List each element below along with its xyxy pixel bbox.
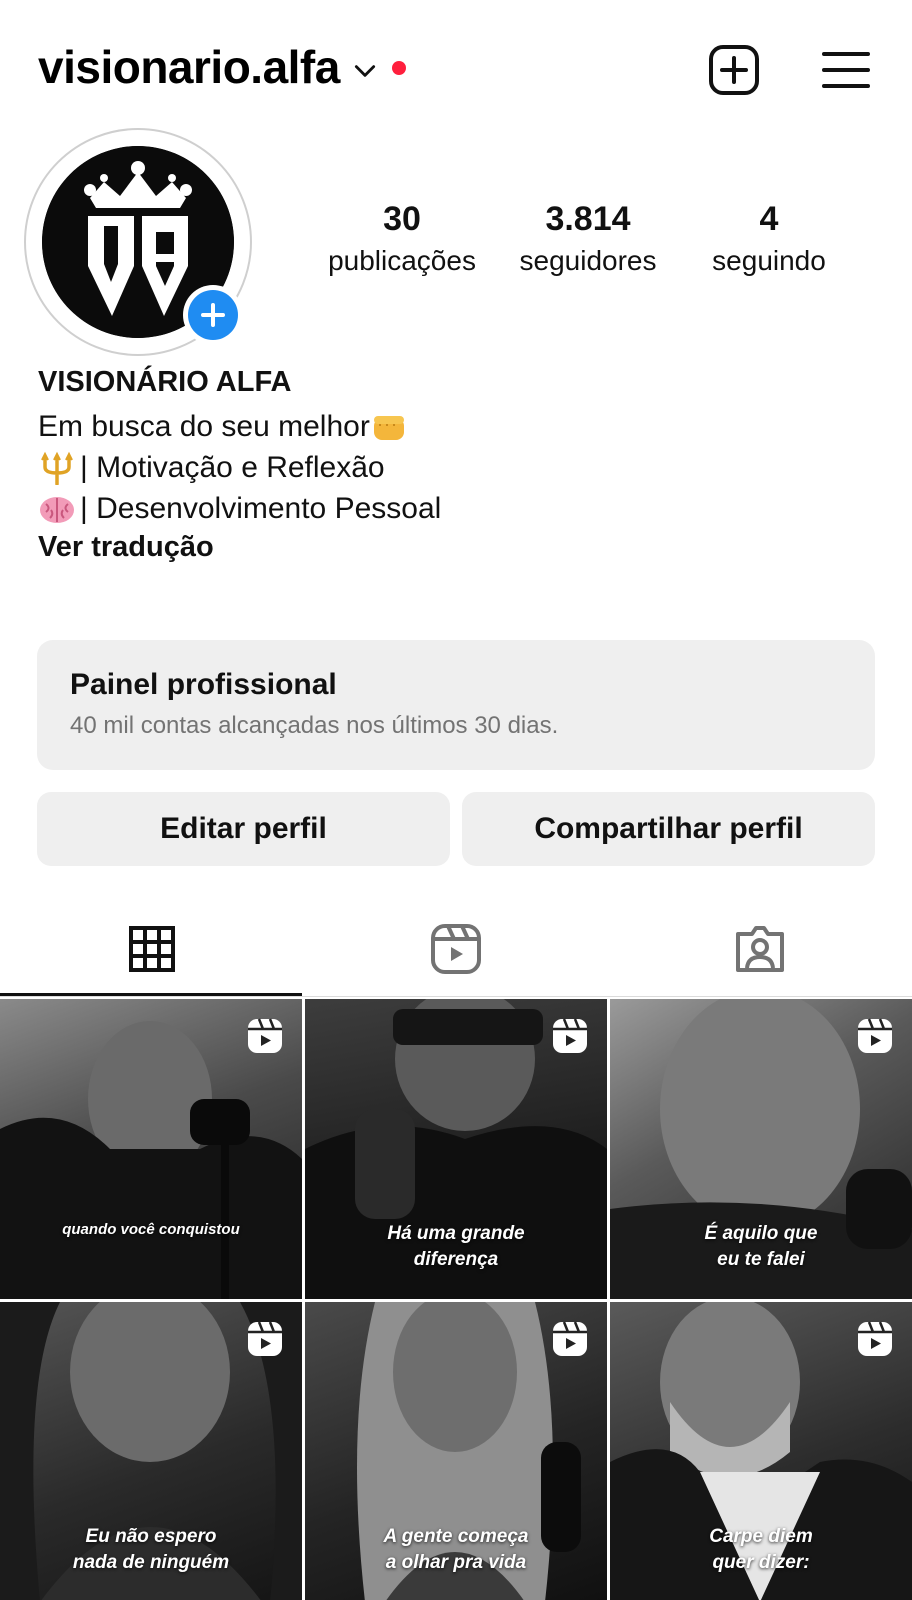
trident-icon (41, 451, 73, 485)
dashboard-title: Painel profissional (70, 668, 337, 701)
post-caption-line-1: Carpe diem (709, 1526, 813, 1547)
brain-icon (40, 496, 74, 523)
profile-tabs (0, 900, 912, 998)
tab-tagged[interactable] (608, 900, 912, 998)
tabs-divider (0, 996, 912, 997)
post-caption: É aquilo que eu te falei (610, 1221, 912, 1273)
post-caption: A gente começa a olhar pra vida (305, 1524, 607, 1576)
profile-header: visionario.alfa (0, 0, 912, 130)
add-story-button[interactable] (183, 285, 243, 345)
bio-line-1-text: Em busca do seu melhor (38, 409, 370, 443)
username[interactable]: visionario.alfa (38, 40, 340, 94)
dashboard-subtitle: 40 mil contas alcançadas nos últimos 30 … (70, 712, 559, 739)
post-tile[interactable]: Carpe diem quer dizer: (610, 1302, 912, 1600)
post-caption-line-1: Eu não espero (85, 1526, 217, 1547)
posts-grid: quando você conquistou Há uma grande dif… (0, 999, 912, 1600)
post-caption-line-1: A gente começa (383, 1526, 529, 1547)
tab-reels[interactable] (304, 900, 608, 998)
new-post-button[interactable] (706, 42, 762, 98)
following-count[interactable]: 4 seguindo (696, 200, 842, 277)
reel-icon (858, 1018, 892, 1053)
edit-profile-button[interactable]: Editar perfil (37, 792, 450, 866)
followers-count-value: 3.814 (545, 200, 631, 238)
display-name: VISIONÁRIO ALFA (38, 366, 292, 398)
see-translation-link[interactable]: Ver tradução (38, 531, 878, 571)
followers-count[interactable]: 3.814 seguidores (500, 200, 676, 277)
following-count-value: 4 (759, 200, 779, 238)
post-caption: Carpe diem quer dizer: (610, 1524, 912, 1576)
post-tile[interactable]: É aquilo que eu te falei (610, 999, 912, 1299)
following-count-label: seguindo (712, 245, 826, 276)
post-tile[interactable]: Eu não espero nada de ninguém (0, 1302, 302, 1600)
bio-line-2-text: | Motivação e Reflexão (80, 450, 385, 484)
notification-dot (391, 61, 406, 75)
bio-line-3: | Desenvolvimento Pessoal (38, 488, 878, 529)
plus-icon (201, 303, 225, 327)
post-caption-line-1: Há uma grande (387, 1223, 525, 1244)
professional-dashboard[interactable]: Painel profissional 40 mil contas alcanç… (37, 640, 875, 770)
posts-count-label: publicações (328, 245, 476, 276)
post-caption-line-1: É aquilo que (704, 1223, 818, 1244)
posts-count[interactable]: 30 publicações (316, 200, 488, 277)
bio-line-3-text: | Desenvolvimento Pessoal (80, 491, 442, 525)
post-tile[interactable]: quando você conquistou (0, 999, 302, 1299)
chevron-down-icon[interactable] (352, 58, 378, 84)
bio-line-1: Em busca do seu melhor (38, 406, 878, 447)
tab-posts-grid[interactable] (0, 900, 304, 998)
reel-icon (248, 1018, 282, 1053)
post-tile[interactable]: Há uma grande diferença (305, 999, 607, 1299)
grid-icon (129, 926, 175, 972)
account-switcher[interactable]: visionario.alfa (38, 40, 406, 94)
bio-line-2: | Motivação e Reflexão (38, 447, 878, 488)
post-tile[interactable]: A gente começa a olhar pra vida (305, 1302, 607, 1600)
profile-bio: VISIONÁRIO ALFA Em busca do seu melhor |… (38, 366, 878, 571)
post-caption-line-2: diferença (413, 1249, 499, 1270)
post-caption: quando você conquistou (62, 1221, 240, 1238)
menu-icon (822, 52, 870, 88)
post-caption-line-2: a olhar pra vida (385, 1552, 527, 1573)
tagged-icon (736, 926, 784, 972)
post-caption-line-2: eu te falei (717, 1249, 805, 1270)
menu-button[interactable] (818, 42, 874, 98)
reel-icon (553, 1321, 587, 1356)
posts-count-value: 30 (383, 200, 421, 238)
reels-icon (431, 924, 481, 974)
reel-icon (858, 1321, 892, 1356)
add-story-badge (188, 290, 238, 340)
reel-icon (248, 1321, 282, 1356)
new-post-icon (709, 45, 759, 95)
fist-icon (373, 415, 404, 440)
followers-count-label: seguidores (519, 245, 657, 276)
post-caption-line-2: quer dizer: (712, 1552, 810, 1573)
reel-icon (553, 1018, 587, 1053)
share-profile-button[interactable]: Compartilhar perfil (462, 792, 875, 866)
post-caption: Eu não espero nada de ninguém (0, 1524, 302, 1576)
post-caption-line-2: nada de ninguém (72, 1552, 230, 1573)
post-caption: Há uma grande diferença (305, 1221, 607, 1273)
